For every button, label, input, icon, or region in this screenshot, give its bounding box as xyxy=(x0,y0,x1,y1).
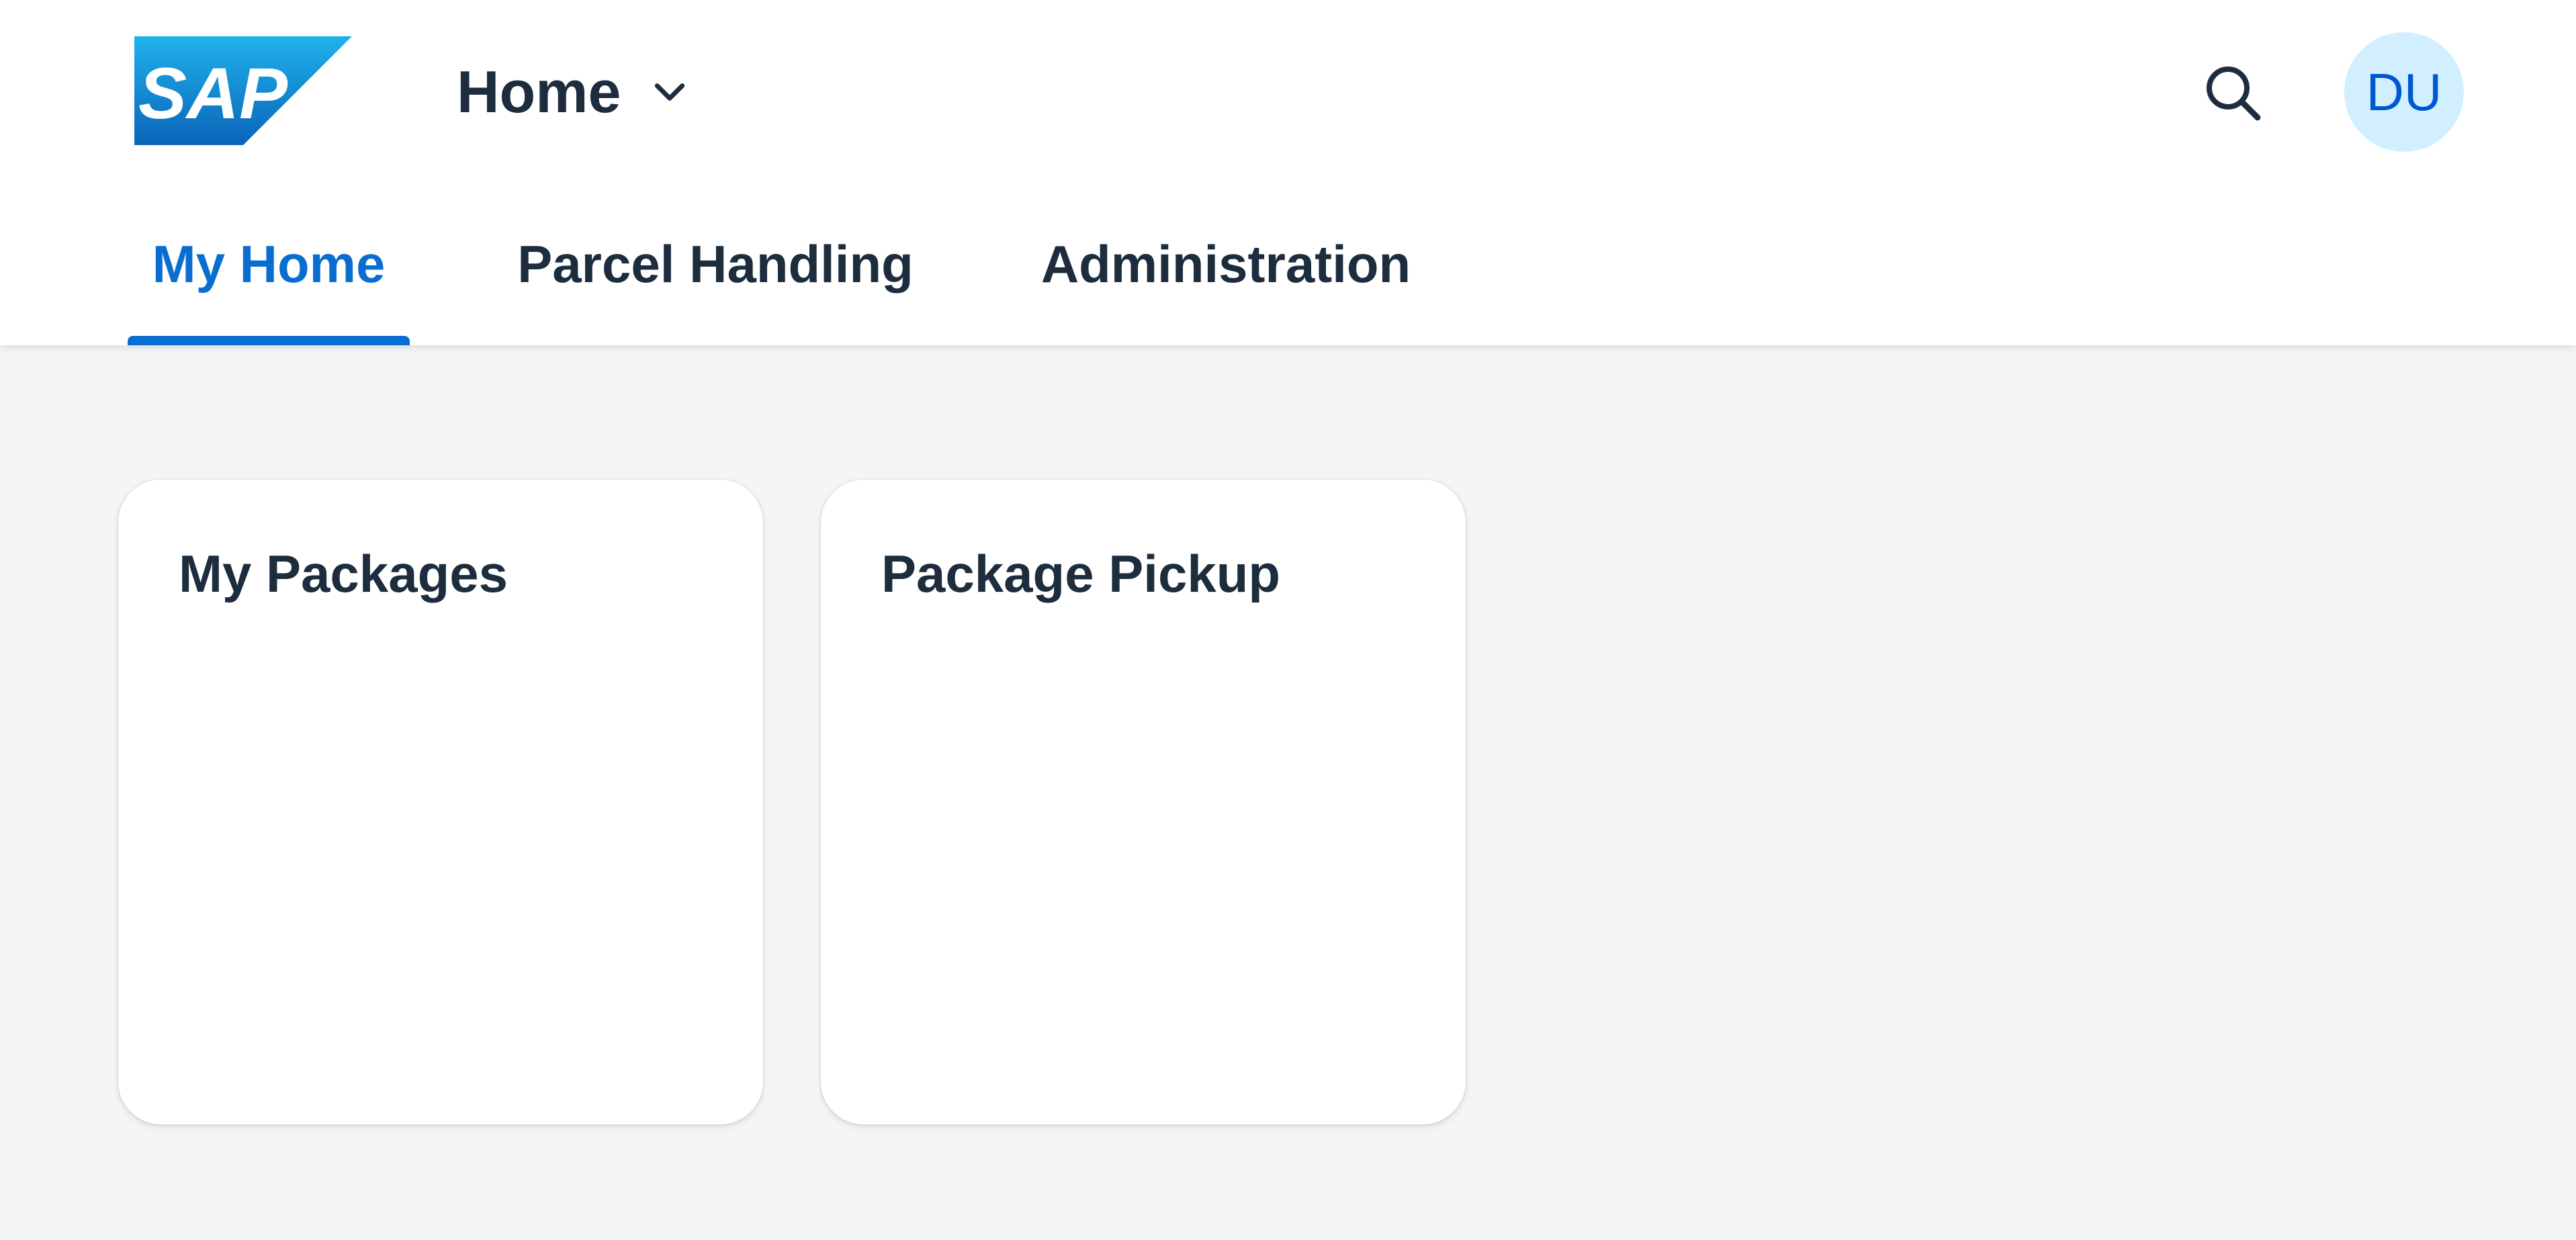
tile-my-packages[interactable]: My Packages xyxy=(118,480,763,1124)
search-icon xyxy=(2201,61,2266,129)
sap-logo[interactable]: SAP xyxy=(134,36,352,145)
chevron-down-icon xyxy=(650,72,690,112)
shell-header: SAP Home DU My Home Parcel Handling Admi… xyxy=(0,0,2576,345)
tile-title: Package Pickup xyxy=(881,544,1280,603)
home-menu-label: Home xyxy=(457,58,621,125)
svg-text:SAP: SAP xyxy=(138,52,288,134)
user-initials: DU xyxy=(2366,62,2442,122)
home-menu-button[interactable]: Home xyxy=(457,55,690,129)
tile-title: My Packages xyxy=(179,544,508,603)
tab-bar: My Home Parcel Handling Administration xyxy=(0,202,2576,345)
search-button[interactable] xyxy=(2196,58,2270,132)
tab-label: Administration xyxy=(1040,234,1411,294)
tab-administration[interactable]: Administration xyxy=(1028,202,1424,345)
tab-label: My Home xyxy=(152,234,386,294)
tile-package-pickup[interactable]: Package Pickup xyxy=(821,480,1466,1124)
sap-logo-graphic: SAP xyxy=(134,36,352,145)
tab-parcel-handling[interactable]: Parcel Handling xyxy=(497,202,934,345)
user-avatar[interactable]: DU xyxy=(2344,32,2464,152)
active-tab-indicator xyxy=(128,336,410,345)
tab-label: Parcel Handling xyxy=(517,234,914,294)
tab-my-home[interactable]: My Home xyxy=(128,202,410,345)
